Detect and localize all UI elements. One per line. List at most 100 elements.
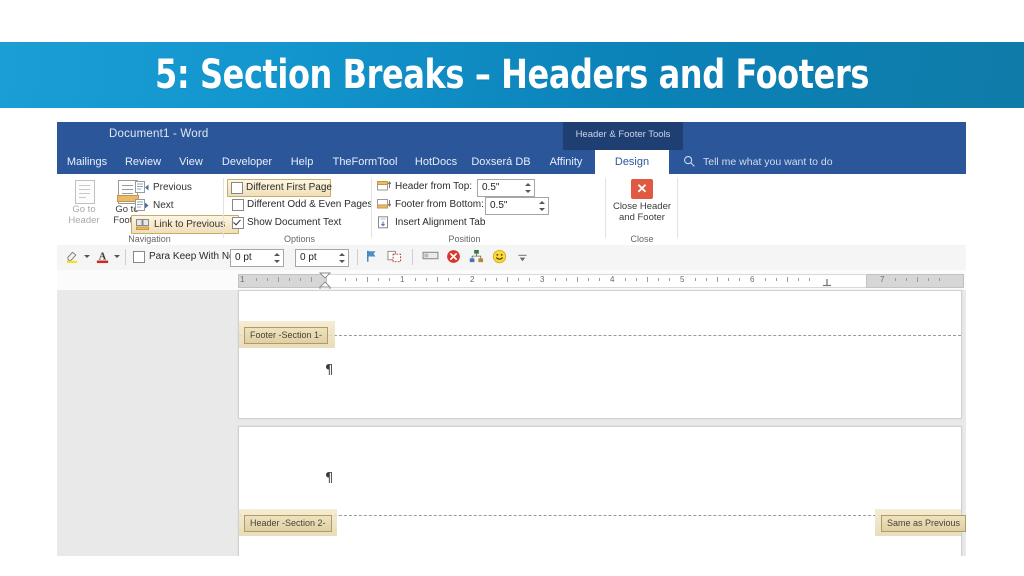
same-as-previous-tag: Same as Previous <box>881 515 966 532</box>
different-odd-even-box <box>232 199 244 211</box>
space-after-decrease-icon[interactable] <box>336 258 347 265</box>
horizontal-ruler[interactable]: 1 1 2 3 4 5 6 7 <box>57 270 966 290</box>
ribbon-separator-2 <box>371 178 372 238</box>
group-label-position: Position <box>448 234 481 244</box>
previous-label: Previous <box>153 182 192 193</box>
previous-icon <box>135 181 149 194</box>
tab-hotdocs[interactable]: HotDocs <box>407 150 465 174</box>
ribbon-separator-4 <box>677 178 678 238</box>
go-to-header-label-1: Go to <box>72 204 96 215</box>
ruler-number-6: 6 <box>750 275 755 284</box>
toolbar-separator-2 <box>357 249 358 265</box>
tab-affinity[interactable]: Affinity <box>537 150 595 174</box>
go-to-header-label-2: Header <box>68 215 100 226</box>
tab-view[interactable]: View <box>169 150 213 174</box>
font-color-icon[interactable]: A <box>95 249 110 269</box>
text-highlight-icon[interactable] <box>65 249 80 269</box>
header-page-icon <box>75 180 95 204</box>
ruler-number-1: 1 <box>240 275 245 284</box>
page-1-pilcrow: ¶ <box>325 363 334 378</box>
ruler-number-3: 3 <box>540 275 545 284</box>
page-2-pilcrow: ¶ <box>325 471 334 486</box>
addin-toolbar: A Para Keep With Next 0 pt 0 pt <box>57 245 966 271</box>
ruler-number-5: 5 <box>680 275 685 284</box>
overflow-chevron-icon[interactable] <box>517 251 528 269</box>
flag-icon[interactable] <box>365 249 379 269</box>
space-after-increase-icon[interactable] <box>336 251 347 258</box>
insert-alignment-tab-label: Insert Alignment Tab <box>395 217 486 228</box>
tab-review[interactable]: Review <box>117 150 169 174</box>
contextual-tools-label: Header & Footer Tools <box>563 122 683 150</box>
tell-me-search-box[interactable]: Tell me what you want to do <box>669 150 966 174</box>
space-before-stepper[interactable]: 0 pt <box>230 249 284 267</box>
para-keep-with-next-checkbox[interactable] <box>133 251 145 263</box>
close-header-footer-label-2: and Footer <box>619 212 665 223</box>
next-icon <box>135 199 149 212</box>
space-before-value: 0 pt <box>235 252 252 263</box>
tab-doxsera-db[interactable]: Doxserá DB <box>465 150 537 174</box>
ribbon-content: Go to Header Go to Footer Previous Next … <box>57 174 966 246</box>
org-chart-icon[interactable] <box>469 249 484 269</box>
space-before-increase-icon[interactable] <box>271 251 282 258</box>
document-canvas[interactable]: Footer -Section 1- ¶ ¶ Header -Section 2… <box>57 290 966 556</box>
ruler-track <box>238 274 964 288</box>
page-title: 5: Section Breaks – Headers and Footers <box>154 52 869 98</box>
close-header-footer-label-1: Close Header <box>612 201 672 212</box>
footer-from-bottom-icon <box>377 198 392 211</box>
space-after-stepper[interactable]: 0 pt <box>295 249 349 267</box>
group-label-close: Close <box>630 234 654 244</box>
footer-from-bottom-decrease-icon[interactable] <box>536 206 547 213</box>
tab-theformtool[interactable]: TheFormTool <box>323 150 407 174</box>
compare-docs-icon[interactable] <box>387 249 402 269</box>
search-placeholder: Tell me what you want to do <box>703 156 833 168</box>
page-1-footer-margin-line <box>239 335 961 336</box>
different-odd-even-label: Different Odd & Even Pages <box>247 199 373 210</box>
space-before-decrease-icon[interactable] <box>271 258 282 265</box>
ribbon-tab-strip: Mailings Review View Developer Help TheF… <box>57 150 966 174</box>
header-from-top-increase-icon[interactable] <box>522 181 533 188</box>
search-icon <box>683 155 696 168</box>
indent-marker[interactable] <box>319 272 331 289</box>
tab-help[interactable]: Help <box>281 150 323 174</box>
red-x-circle-icon[interactable] <box>446 249 461 269</box>
footer-from-bottom-increase-icon[interactable] <box>536 199 547 206</box>
header-from-top-icon <box>377 180 392 193</box>
title-bar: Document1 - Word Header & Footer Tools <box>57 122 966 150</box>
highlight-dropdown-icon[interactable] <box>84 255 90 258</box>
ruler-number-1b: 1 <box>400 275 405 284</box>
different-first-page-box <box>231 182 243 194</box>
go-to-header-button[interactable]: Go to Header <box>62 178 106 226</box>
group-label-navigation: Navigation <box>128 234 171 244</box>
different-first-page-label: Different First Page <box>246 182 332 193</box>
ruler-left-margin-area <box>238 274 327 288</box>
ruler-number-7: 7 <box>880 275 885 284</box>
footer-from-bottom-stepper[interactable]: 0.5" <box>485 197 549 215</box>
header-from-top-label: Header from Top: <box>395 181 473 192</box>
header-from-top-value: 0.5" <box>482 182 500 193</box>
page-2-header-margin-line <box>239 515 961 516</box>
show-document-text-box <box>232 217 244 229</box>
page-1[interactable]: Footer -Section 1- ¶ <box>238 290 962 419</box>
header-from-top-decrease-icon[interactable] <box>522 188 533 195</box>
close-header-and-footer-button[interactable]: ✕ Close Header and Footer <box>613 178 671 228</box>
link-to-previous-label: Link to Previous <box>154 219 226 230</box>
group-label-options: Options <box>283 234 316 244</box>
footer-from-bottom-label: Footer from Bottom: <box>395 199 484 210</box>
ruler-number-4: 4 <box>610 275 615 284</box>
footer-from-bottom-value: 0.5" <box>490 200 508 211</box>
smiley-icon[interactable] <box>492 249 507 269</box>
header-from-top-stepper[interactable]: 0.5" <box>477 179 535 197</box>
tab-developer[interactable]: Developer <box>213 150 281 174</box>
tab-stop-marker[interactable] <box>821 278 833 287</box>
font-color-dropdown-icon[interactable] <box>114 255 120 258</box>
tab-mailings[interactable]: Mailings <box>57 150 117 174</box>
different-first-page-checkbox[interactable]: Different First Page <box>227 179 332 197</box>
ribbon-separator-1 <box>223 178 224 238</box>
slide: 5: Section Breaks – Headers and Footers … <box>0 0 1024 576</box>
contextual-tools-text: Header & Footer Tools <box>575 129 671 140</box>
rectangle-icon[interactable] <box>422 249 439 267</box>
tab-design[interactable]: Design <box>595 150 669 174</box>
page-2[interactable]: ¶ Header -Section 2- Same as Previous <box>238 426 966 556</box>
insert-alignment-tab-icon <box>377 216 391 229</box>
link-to-previous-icon <box>136 218 150 231</box>
